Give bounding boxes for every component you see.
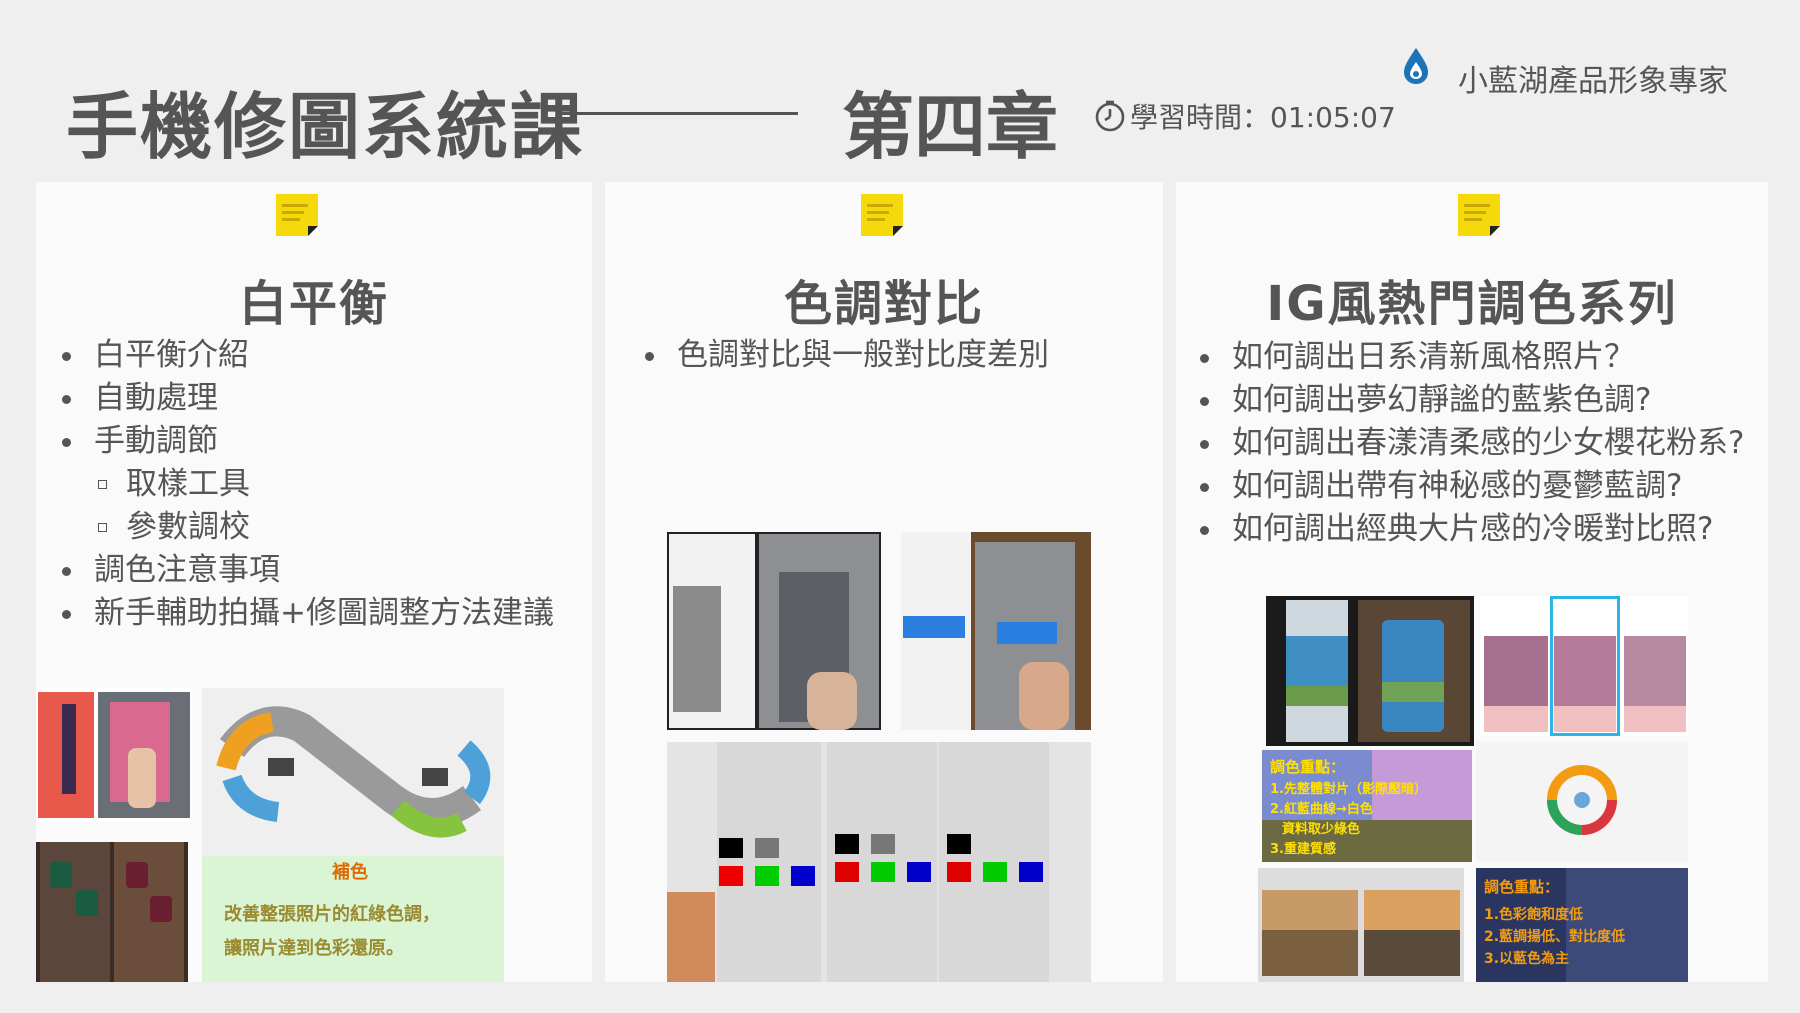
- slide-line: 1.先整體對片（影際壓暗）: [1270, 782, 1427, 797]
- list-item: 自動處理: [62, 377, 554, 420]
- thumbnail-pink-tone-comparison: [1480, 596, 1688, 736]
- thumbnail-color-swatches: [667, 742, 1091, 982]
- card-title: 白平衡: [238, 276, 389, 332]
- topic-list: 如何調出日系清新風格照片？ 如何調出夢幻靜謐的藍紫色調? 如何調出春漾清柔感的少…: [1200, 336, 1744, 551]
- list-item: 參數調校: [62, 506, 554, 549]
- list-item: 如何調出經典大片感的冷暖對比照?: [1200, 508, 1744, 551]
- list-item: 新手輔助拍攝+修圖調整方法建議: [62, 592, 554, 635]
- title-divider: [560, 112, 798, 115]
- course-card-ig-color-series[interactable]: IG風熱門調色系列 如何調出日系清新風格照片？ 如何調出夢幻靜謐的藍紫色調? 如…: [1176, 182, 1768, 982]
- slide-label: 補色: [332, 862, 368, 883]
- list-item: 如何調出春漾清柔感的少女櫻花粉系?: [1200, 422, 1744, 465]
- thumbnail-phone-edit: [36, 688, 192, 822]
- page-title: 手機修圖系統課: [66, 85, 585, 169]
- list-item: 色調對比與一般對比度差別: [645, 334, 1049, 377]
- thumbnail-color-wheel: [1476, 742, 1688, 862]
- slide-line: 3.重建質感: [1270, 842, 1336, 857]
- brand-name: 小藍湖產品形象專家: [1458, 64, 1728, 99]
- slide-heading: 調色重點：: [1270, 758, 1346, 776]
- thumbnail-tips-slide: 調色重點： 1.色彩飽和度低 2.藍調揚低、對比度低 3.以藍色為主: [1476, 868, 1688, 982]
- slide-line: 1.色彩飽和度低: [1484, 907, 1584, 923]
- card-title: 色調對比: [783, 276, 984, 332]
- thumbnail-tips-slide: 調色重點： 1.先整體對片（影際壓暗） 2.紅藍曲線→白色 資料取少綠色 3.重…: [1262, 750, 1472, 862]
- topic-list: 色調對比與一般對比度差別: [645, 334, 1049, 377]
- slide-line: 2.藍調揚低、對比度低: [1484, 929, 1626, 945]
- list-item: 取樣工具: [62, 463, 554, 506]
- thumbnail-sunset-comparison: [1258, 868, 1464, 982]
- course-card-white-balance[interactable]: 白平衡 白平衡介紹 自動處理 手動調節 取樣工具 參數調校 調色注意事項 新手輔…: [36, 182, 592, 982]
- thumbnail-landscape-edit: [1266, 596, 1474, 746]
- course-card-tone-contrast[interactable]: 色調對比 色調對比與一般對比度差別: [605, 182, 1163, 982]
- thumbnail-process-diagram: [202, 688, 504, 856]
- list-item: 如何調出帶有神秘感的憂鬱藍調?: [1200, 465, 1744, 508]
- chapter-label: 第四章: [842, 85, 1059, 169]
- list-item: 白平衡介紹: [62, 334, 554, 377]
- clock-icon: [1095, 100, 1125, 132]
- list-item: 如何調出日系清新風格照片？: [1200, 336, 1744, 379]
- slide-line: 3.以藍色為主: [1484, 951, 1570, 967]
- slide-text: 改善整張照片的紅綠色調，: [224, 904, 440, 925]
- list-item: 手動調節: [62, 420, 554, 463]
- slide-text: 讓照片達到色彩還原。: [224, 938, 404, 959]
- thumbnail-complementary-color-slide: 補色 改善整張照片的紅綠色調， 讓照片達到色彩還原。: [202, 856, 504, 982]
- slide-line: 2.紅藍曲線→白色: [1270, 802, 1373, 817]
- slide-heading: 調色重點：: [1484, 878, 1560, 896]
- study-time: 學習時間：01:05:07: [1094, 96, 1396, 136]
- blue-lake-logo-icon: [1404, 48, 1428, 84]
- list-item: 如何調出夢幻靜謐的藍紫色調?: [1200, 379, 1744, 422]
- sticky-note-icon: [276, 194, 318, 236]
- topic-list: 白平衡介紹 自動處理 手動調節 取樣工具 參數調校 調色注意事項 新手輔助拍攝+…: [62, 334, 554, 635]
- study-time-text: 學習時間：01:05:07: [1130, 101, 1396, 134]
- slide-line: 資料取少綠色: [1282, 822, 1361, 837]
- thumbnail-gloves: [36, 842, 188, 982]
- sticky-note-icon: [861, 194, 903, 236]
- list-item: 調色注意事項: [62, 549, 554, 592]
- sticky-note-icon: [1458, 194, 1500, 236]
- thumbnail-phone-screenshot: [901, 532, 1091, 730]
- card-title: IG風熱門調色系列: [1266, 276, 1678, 332]
- thumbnail-phone-screenshot: [667, 532, 881, 730]
